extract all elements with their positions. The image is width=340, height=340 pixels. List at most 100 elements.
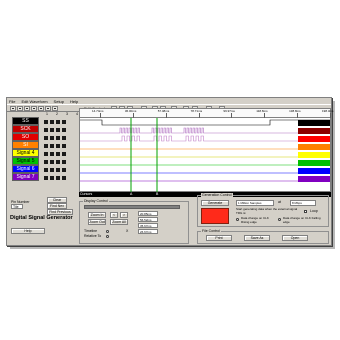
copy-icon[interactable] [45, 106, 51, 111]
signal-list: SS SCK SO SI Signal 4 Signal 5 Signal 6 Signal … [12, 117, 39, 181]
menu-setup[interactable]: Setup [54, 99, 64, 104]
pin-cell[interactable] [62, 152, 66, 156]
signal-label[interactable]: SCK [12, 125, 39, 133]
pin-cell[interactable] [56, 160, 60, 164]
open-file-icon[interactable] [17, 106, 23, 111]
waveform-panel[interactable]: 14.74ms 36.00ms 57.48ms 78.71ms 99.97ms 118.8… [79, 108, 334, 192]
rate-at-label: at [278, 200, 281, 204]
pin-cell[interactable] [62, 136, 66, 140]
time-ruler: 14.74ms 36.00ms 57.48ms 78.71ms 99.97ms 118.8… [80, 109, 334, 118]
signal-label[interactable]: SS [12, 117, 39, 125]
menu-help[interactable]: Help [70, 99, 78, 104]
pin-cell[interactable] [44, 168, 48, 172]
column-numbers: 1 2 3 4 [45, 112, 79, 117]
pin-cell[interactable] [44, 160, 48, 164]
scroll-left-button[interactable]: < [110, 212, 118, 218]
pin-cell[interactable] [44, 128, 48, 132]
pin-cell[interactable] [50, 128, 54, 132]
pin-cell[interactable] [56, 152, 60, 156]
window-shadow-bottom [10, 246, 335, 249]
signal-label[interactable]: Signal 6 [12, 165, 39, 173]
pin-cell[interactable] [44, 144, 48, 148]
pin-cell[interactable] [56, 144, 60, 148]
pin-cell[interactable] [50, 176, 54, 180]
timeline-field[interactable]: 26.67ms [138, 229, 158, 234]
print-button[interactable]: Print [206, 235, 232, 241]
timeline-radio[interactable] [106, 230, 109, 233]
pin-cell[interactable] [44, 136, 48, 140]
menu-file[interactable]: File [9, 99, 15, 104]
pin-cell[interactable] [62, 144, 66, 148]
relative-radio[interactable] [106, 235, 109, 238]
open-button[interactable]: Open [282, 235, 308, 241]
generate-button[interactable]: Generate [201, 200, 229, 206]
display-scroll-bar[interactable] [84, 205, 180, 209]
help-button[interactable]: Help [11, 228, 45, 234]
pin-number-select[interactable]: Tile [11, 204, 23, 209]
control-area: Pin Number Tile Clear Find Nex Find Prev… [7, 193, 331, 246]
pin-cell[interactable] [56, 176, 60, 180]
waveform-so [80, 135, 330, 142]
samples-select[interactable]: 1 Million Samples [236, 200, 274, 206]
pin-cell[interactable] [56, 136, 60, 140]
signal-label[interactable]: Signal 4 [12, 149, 39, 157]
cursor-b-time-field[interactable]: 56.52ms [138, 217, 158, 222]
pin-grid-row [44, 118, 66, 126]
print-icon[interactable] [31, 106, 37, 111]
pin-cell[interactable] [44, 152, 48, 156]
pin-cell[interactable] [50, 152, 54, 156]
zoom-in-button[interactable]: Zoom In [88, 212, 106, 218]
menu-edit-waveform[interactable]: Edit Waveform [21, 99, 47, 104]
cursor-b-marker[interactable]: B [156, 192, 158, 197]
save-as-button[interactable]: Save As [244, 235, 270, 241]
pin-cell[interactable] [56, 120, 60, 124]
pin-cell[interactable] [50, 168, 54, 172]
new-file-icon[interactable] [10, 106, 16, 111]
pin-cell[interactable] [56, 128, 60, 132]
zoom-out-button[interactable]: Zoom Out [88, 219, 106, 225]
column-number: 1 [46, 112, 48, 116]
waveform-canvas[interactable] [80, 118, 330, 192]
pin-cell[interactable] [50, 144, 54, 148]
signal-label[interactable]: Signal 5 [12, 157, 39, 165]
signal-label[interactable]: Signal 7 [12, 173, 39, 181]
pin-cell[interactable] [44, 176, 48, 180]
rising-edge-radio[interactable] [236, 218, 239, 221]
pin-cell[interactable] [62, 176, 66, 180]
rate-select[interactable]: 8 Mbps [290, 200, 316, 206]
save-file-icon[interactable] [24, 106, 30, 111]
rising-edge-label: Data change on CLK Rising edge [241, 216, 269, 224]
window-shadow-right [332, 101, 335, 248]
cursor-a-time-field[interactable]: 20.85ms [138, 211, 158, 216]
pin-cell[interactable] [62, 120, 66, 124]
loop-label: Loop [310, 209, 318, 213]
zoom-all-button[interactable]: Zoom All [110, 219, 128, 225]
pin-grid-row [44, 142, 66, 150]
loop-checkbox[interactable] [304, 210, 307, 213]
cursor-delta-field[interactable]: 35.67ms [138, 223, 158, 228]
app-title: Digital Signal Generator [10, 215, 73, 221]
pin-cell[interactable] [56, 168, 60, 172]
pin-cell[interactable] [50, 160, 54, 164]
scroll-right-button[interactable]: > [120, 212, 128, 218]
cut-icon[interactable] [38, 106, 44, 111]
pin-grid [44, 118, 66, 182]
cursor-a-marker[interactable]: A [130, 192, 132, 197]
paste-icon[interactable] [52, 106, 58, 111]
file-control-title: File Control [201, 229, 221, 233]
signal-color-swatch [298, 128, 330, 134]
pin-cell[interactable] [50, 136, 54, 140]
signal-color-swatch [298, 160, 330, 166]
falling-edge-radio[interactable] [278, 218, 281, 221]
column-number: 3 [66, 112, 68, 116]
pin-cell[interactable] [50, 120, 54, 124]
signal-label[interactable]: SI [12, 141, 39, 149]
waveform-sck [80, 127, 330, 134]
pin-cell[interactable] [44, 120, 48, 124]
pin-grid-row [44, 158, 66, 166]
pin-cell[interactable] [62, 128, 66, 132]
signal-color-swatch [298, 120, 330, 126]
pin-cell[interactable] [62, 160, 66, 164]
pin-cell[interactable] [62, 168, 66, 172]
signal-label[interactable]: SO [12, 133, 39, 141]
